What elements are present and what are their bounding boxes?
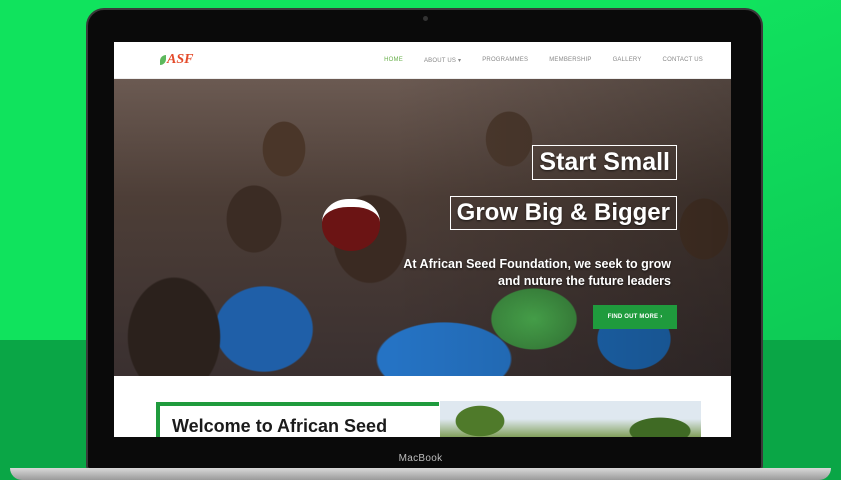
logo-text: ASF xyxy=(167,52,194,67)
welcome-title-box: Welcome to African Seed xyxy=(156,402,439,437)
hero-tagline-grow-big: Grow Big & Bigger xyxy=(449,196,677,230)
laptop-base xyxy=(10,468,831,480)
nav-item-about-us[interactable]: ABOUT US ▾ xyxy=(424,57,461,64)
laptop-screen: ASF HOME ABOUT US ▾ PROGRAMMES MEMBERSHI… xyxy=(114,42,731,437)
find-out-more-button[interactable]: FIND OUT MORE › xyxy=(593,305,677,329)
welcome-photo xyxy=(440,401,701,437)
site-logo[interactable]: ASF xyxy=(160,52,193,68)
hero-subtitle: At African Seed Foundation, we seek to g… xyxy=(403,257,671,288)
nav-item-gallery[interactable]: GALLERY xyxy=(613,57,642,64)
cta-label: FIND OUT MORE xyxy=(607,314,659,320)
chevron-right-icon: › xyxy=(660,314,663,320)
camera-dot xyxy=(422,16,428,21)
laptop-brand-label: MacBook xyxy=(398,453,443,464)
site-navbar: ASF HOME ABOUT US ▾ PROGRAMMES MEMBERSHI… xyxy=(114,42,731,79)
leaf-icon xyxy=(160,54,166,65)
welcome-title: Welcome to African Seed xyxy=(172,416,388,436)
nav-item-home[interactable]: HOME xyxy=(384,57,403,64)
welcome-section: Welcome to African Seed xyxy=(114,376,731,437)
hero-banner: Start Small Grow Big & Bigger At African… xyxy=(114,79,731,376)
nav-item-contact-us[interactable]: CONTACT US xyxy=(663,57,703,64)
nav-item-membership[interactable]: MEMBERSHIP xyxy=(549,57,591,64)
hero-tagline-start-small: Start Small xyxy=(532,145,677,180)
nav-menu: HOME ABOUT US ▾ PROGRAMMES MEMBERSHIP GA… xyxy=(384,57,703,64)
nav-item-programmes[interactable]: PROGRAMMES xyxy=(482,57,528,64)
